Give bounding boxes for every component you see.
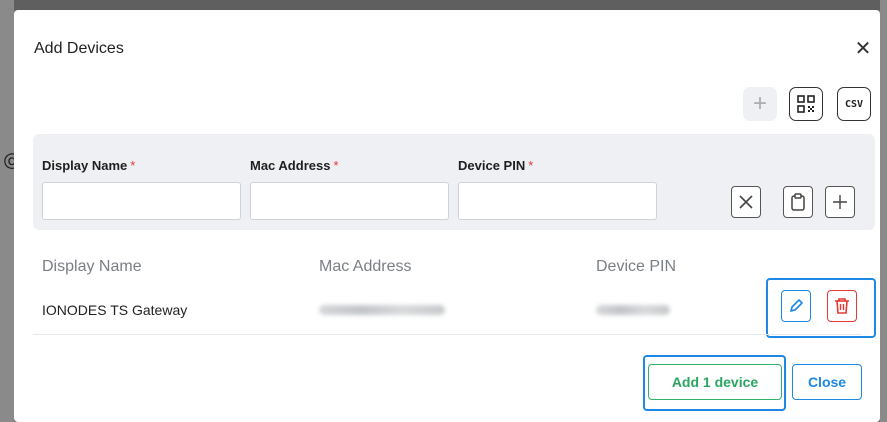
row-divider — [33, 334, 861, 335]
display-name-label: Display Name * — [42, 158, 136, 173]
backdrop-top — [0, 0, 887, 10]
plus-icon: + — [752, 90, 767, 117]
add-device-form: Display Name * Mac Address * Device PIN * — [33, 134, 875, 230]
clear-form-button[interactable] — [731, 186, 761, 218]
close-icon[interactable]: ✕ — [852, 38, 874, 60]
device-pin-input[interactable] — [458, 182, 657, 220]
qr-code-icon — [797, 95, 815, 113]
edit-device-button[interactable] — [781, 290, 811, 322]
display-name-input[interactable] — [42, 182, 241, 220]
column-header-device-pin: Device PIN — [596, 258, 677, 275]
add-devices-button[interactable]: Add 1 device — [648, 364, 782, 400]
close-button[interactable]: Close — [792, 364, 862, 400]
clear-icon — [739, 195, 753, 209]
csv-label: CSV — [844, 98, 864, 110]
add-to-list-button[interactable] — [825, 186, 855, 218]
modal-title: Add Devices — [34, 40, 124, 57]
device-pin-redacted — [596, 305, 670, 315]
pencil-icon — [790, 299, 803, 312]
column-header-display-name: Display Name — [42, 258, 142, 275]
clipboard-icon — [791, 193, 805, 211]
mac-address-redacted — [319, 305, 445, 315]
plus-icon — [833, 195, 847, 209]
paste-button[interactable] — [783, 186, 813, 218]
qr-scan-button[interactable] — [789, 87, 823, 121]
delete-device-button[interactable] — [827, 290, 857, 322]
trash-icon — [835, 298, 849, 314]
column-header-mac-address: Mac Address — [319, 258, 412, 275]
add-row-toolbar-button[interactable]: + — [743, 87, 777, 121]
mac-address-label: Mac Address * — [250, 158, 339, 173]
csv-import-button[interactable]: CSV — [837, 87, 871, 121]
mac-address-input[interactable] — [250, 182, 449, 220]
device-display-name: IONODES TS Gateway — [42, 302, 188, 318]
backdrop-right — [880, 0, 887, 422]
backdrop-left — [0, 0, 14, 422]
device-pin-label: Device PIN * — [458, 158, 534, 173]
